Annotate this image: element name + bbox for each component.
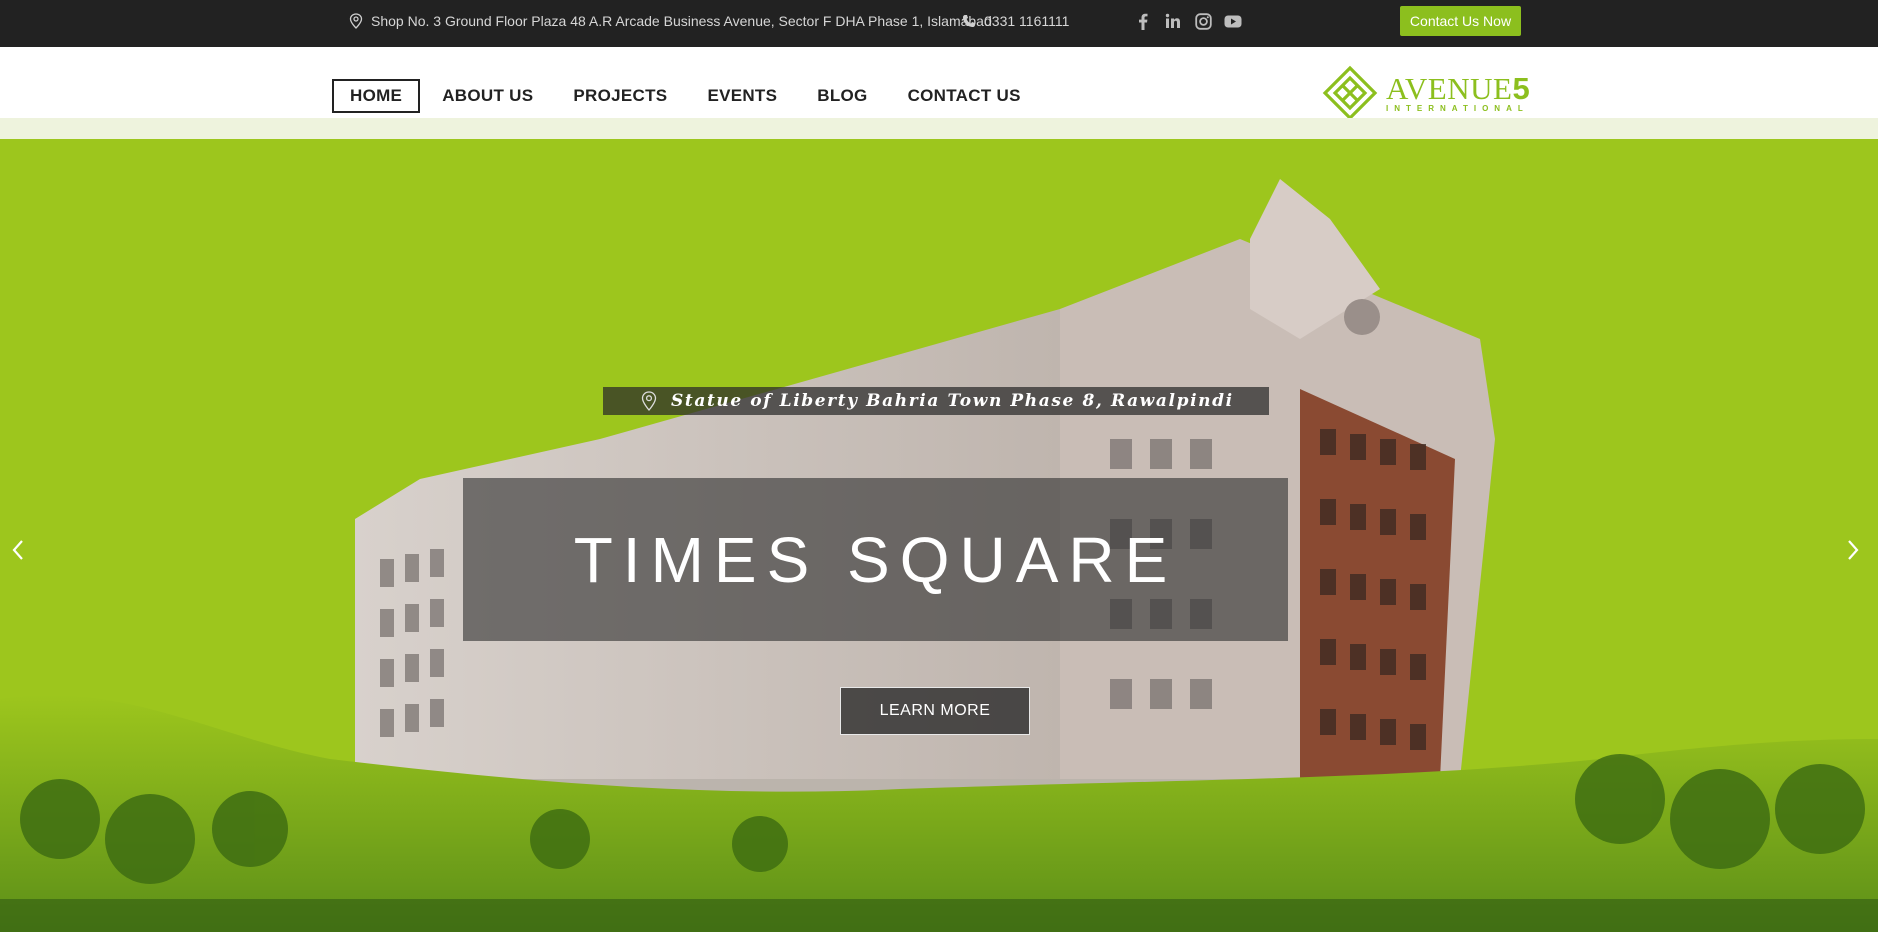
phone-info[interactable]: 0331 1161111 (962, 0, 1069, 42)
nav-item-contact-us[interactable]: CONTACT US (890, 79, 1039, 113)
hero-slider: Statue of Liberty Bahria Town Phase 8, R… (0, 139, 1878, 932)
location-pin-icon (641, 391, 657, 411)
nav-menu: HOME ABOUT US PROJECTS EVENTS BLOG CONTA… (332, 79, 1043, 113)
top-bar: Shop No. 3 Ground Floor Plaza 48 A.R Arc… (0, 0, 1878, 47)
linkedin-icon[interactable] (1164, 10, 1182, 32)
logo-mark-icon (1322, 65, 1378, 121)
nav-item-home[interactable]: HOME (332, 79, 421, 113)
youtube-icon[interactable] (1224, 10, 1242, 32)
hero-title-box: TIMES SQUARE (463, 478, 1288, 641)
logo-numeral: 5 (1512, 70, 1531, 106)
contact-us-now-button[interactable]: Contact Us Now (1400, 6, 1521, 36)
nav-item-projects[interactable]: PROJECTS (555, 79, 685, 113)
instagram-icon[interactable] (1194, 10, 1212, 32)
main-navigation: HOME ABOUT US PROJECTS EVENTS BLOG CONTA… (0, 47, 1878, 121)
hero-location-bar: Statue of Liberty Bahria Town Phase 8, R… (603, 387, 1269, 415)
location-pin-icon (349, 13, 363, 29)
learn-more-button[interactable]: LEARN MORE (840, 687, 1030, 735)
chevron-left-icon (12, 540, 23, 560)
logo-subtitle: INTERNATIONAL (1386, 103, 1529, 113)
social-links (1134, 10, 1242, 32)
nav-item-events[interactable]: EVENTS (689, 79, 795, 113)
site-logo[interactable]: AVENUE5 INTERNATIONAL (1322, 65, 1530, 121)
phone-text: 0331 1161111 (984, 13, 1070, 29)
address-info: Shop No. 3 Ground Floor Plaza 48 A.R Arc… (349, 0, 992, 42)
slider-next-arrow[interactable] (1838, 535, 1868, 565)
logo-wordmark: AVENUE5 INTERNATIONAL (1386, 70, 1531, 113)
header-divider-strip (0, 118, 1878, 139)
hero-location-text: Statue of Liberty Bahria Town Phase 8, R… (671, 391, 1234, 411)
nav-item-about-us[interactable]: ABOUT US (424, 79, 551, 113)
hero-title: TIMES SQUARE (573, 523, 1178, 596)
phone-icon (963, 15, 975, 27)
chevron-right-icon (1848, 540, 1859, 560)
address-text: Shop No. 3 Ground Floor Plaza 48 A.R Arc… (371, 13, 992, 29)
facebook-icon[interactable] (1134, 10, 1152, 32)
logo-name: AVENUE (1386, 70, 1513, 106)
slider-prev-arrow[interactable] (3, 535, 33, 565)
nav-item-blog[interactable]: BLOG (799, 79, 885, 113)
